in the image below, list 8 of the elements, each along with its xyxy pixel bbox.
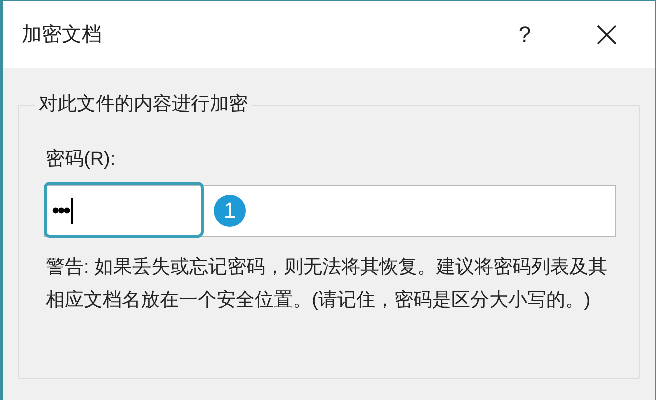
close-icon xyxy=(596,24,618,46)
warning-text: 警告: 如果丢失或忘记密码，则无法将其恢复。建议将密码列表及其相应文档名放在一个安全位置。(请记住，密码是区分大小写的。) xyxy=(46,256,609,312)
help-button[interactable]: ? xyxy=(505,14,545,54)
password-label: 密码(R): xyxy=(46,148,117,172)
text-cursor xyxy=(71,198,73,224)
window-title: 加密文档 xyxy=(22,22,102,48)
password-field[interactable] xyxy=(44,184,616,236)
password-value: ••• xyxy=(52,198,70,224)
